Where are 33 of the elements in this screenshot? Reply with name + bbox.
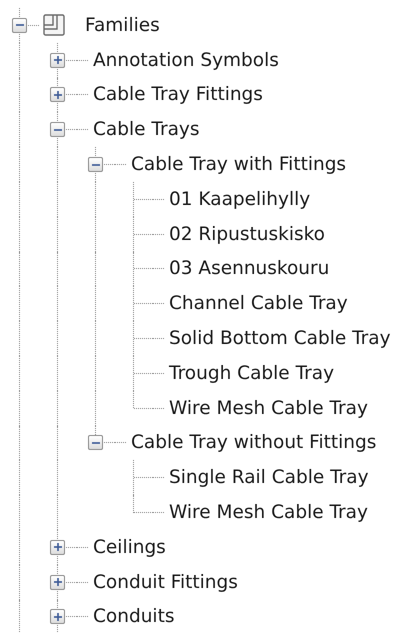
- collapse-button[interactable]: [50, 122, 65, 138]
- tree-item[interactable]: Channel Cable Tray: [169, 293, 348, 314]
- expand-button[interactable]: [50, 540, 65, 555]
- tree-item[interactable]: 03 Asennuskouru: [169, 258, 330, 280]
- tree-item[interactable]: Single Rail Cable Tray: [169, 467, 369, 488]
- expand-button[interactable]: [50, 52, 65, 68]
- expand-button[interactable]: [50, 609, 65, 624]
- tree-item[interactable]: Conduits: [93, 606, 174, 628]
- tree-item[interactable]: Ceilings: [93, 536, 166, 558]
- tree-item[interactable]: Annotation Symbols: [93, 50, 279, 71]
- plus-icon: [54, 543, 62, 552]
- tree-item[interactable]: Wire Mesh Cable Tray: [169, 502, 368, 524]
- collapse-button[interactable]: [88, 435, 103, 450]
- expand-button[interactable]: [50, 574, 65, 590]
- tree-item[interactable]: Cable Tray Fittings: [93, 84, 263, 106]
- tree-item[interactable]: Conduit Fittings: [93, 572, 238, 593]
- tree-item[interactable]: 01 Kaapelihylly: [169, 188, 310, 210]
- expand-button[interactable]: [50, 87, 65, 102]
- tree-item[interactable]: Cable Trays: [93, 119, 200, 140]
- tree-item[interactable]: Trough Cable Tray: [169, 362, 334, 384]
- plus-icon: [54, 90, 62, 99]
- tree-item[interactable]: Cable Tray with Fittings: [131, 154, 346, 176]
- tree-item[interactable]: Families: [85, 14, 160, 36]
- tree-item[interactable]: 02 Ripustuskisko: [169, 224, 326, 245]
- plus-icon: [54, 612, 62, 621]
- collapse-button[interactable]: [12, 18, 27, 33]
- collapse-button[interactable]: [88, 157, 103, 172]
- family-icon: [43, 14, 65, 36]
- plus-icon: [54, 56, 62, 64]
- plus-icon: [54, 578, 62, 586]
- tree-item[interactable]: Wire Mesh Cable Tray: [169, 398, 368, 419]
- tree-item[interactable]: Solid Bottom Cable Tray: [169, 328, 391, 350]
- tree-item[interactable]: Cable Tray without Fittings: [131, 432, 376, 454]
